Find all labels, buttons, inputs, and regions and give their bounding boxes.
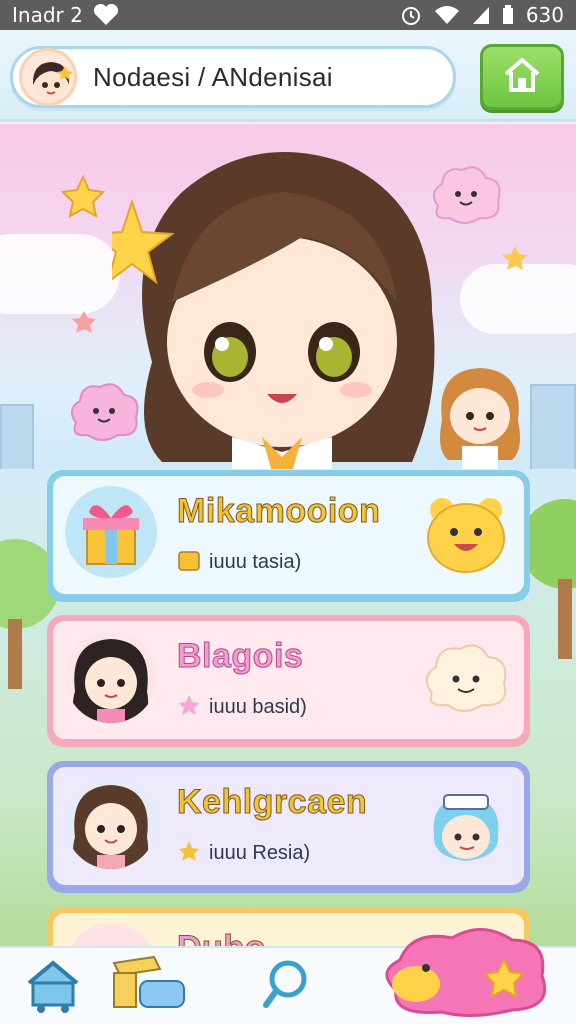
nav-games[interactable]	[92, 954, 192, 1020]
wifi-icon	[434, 5, 460, 25]
sparkle-icon	[60, 174, 106, 224]
background-cloud	[0, 234, 120, 314]
card-title: Blagois	[176, 637, 304, 676]
gift-box-icon	[65, 486, 157, 578]
background-building	[0, 404, 34, 469]
search-icon	[260, 957, 312, 1017]
background-building	[530, 384, 576, 469]
content-list[interactable]: Mikamooion iuuu tasia) Blagois iuuu basi…	[0, 469, 576, 946]
sparkle-icon	[177, 693, 201, 721]
hero-banner	[0, 124, 576, 469]
heart-icon	[93, 4, 119, 26]
app-header: Nodaesi / ANdenisai	[0, 30, 576, 122]
search-bar[interactable]: Nodaesi / ANdenisai	[10, 46, 456, 108]
sparkle-icon	[500, 244, 530, 278]
alarm-icon	[400, 4, 422, 26]
profile-avatar[interactable]	[19, 48, 77, 106]
cloud-mascot-icon	[372, 920, 556, 1024]
status-bar: Inadr 2 630	[0, 0, 576, 30]
bottom-navigation	[0, 928, 576, 1024]
main-character-illustration	[89, 132, 452, 469]
list-card[interactable]: Mikamooion iuuu tasia)	[47, 470, 530, 602]
search-text: Nodaesi / ANdenisai	[93, 61, 333, 92]
character-avatar	[65, 631, 157, 723]
nav-search[interactable]	[254, 954, 318, 1020]
card-subtitle: iuuu Resia)	[209, 841, 311, 864]
character-avatar	[65, 777, 157, 869]
home-icon	[502, 56, 542, 98]
list-card[interactable]: Kehlgrcaen iuuu Resia)	[47, 761, 530, 893]
card-subtitle: iuuu tasia)	[209, 550, 302, 573]
signal-icon	[472, 5, 490, 25]
battery-icon	[502, 5, 514, 25]
carrier-label: Inadr 2	[12, 3, 83, 27]
home-cart-icon	[23, 955, 83, 1019]
badge-icon	[177, 548, 201, 576]
home-button[interactable]	[480, 44, 564, 110]
clock-label: 630	[525, 3, 564, 27]
bear-face-icon	[420, 488, 512, 580]
sparkle-icon	[70, 309, 98, 341]
nav-mascot[interactable]	[372, 922, 556, 1022]
sparkle-icon	[177, 839, 201, 867]
games-icon	[94, 953, 190, 1021]
character-mascot-icon	[420, 779, 512, 871]
cloud-mascot-icon	[420, 633, 512, 725]
card-title: Mikamooion	[176, 492, 381, 531]
card-subtitle: iuuu basid)	[209, 695, 307, 718]
list-card[interactable]: Blagois iuuu basid)	[47, 615, 530, 747]
side-character-illustration	[432, 360, 528, 469]
card-title: Kehlgrcaen	[176, 783, 368, 822]
nav-home-cart[interactable]	[18, 954, 88, 1020]
card-title: Dubo	[177, 929, 266, 947]
